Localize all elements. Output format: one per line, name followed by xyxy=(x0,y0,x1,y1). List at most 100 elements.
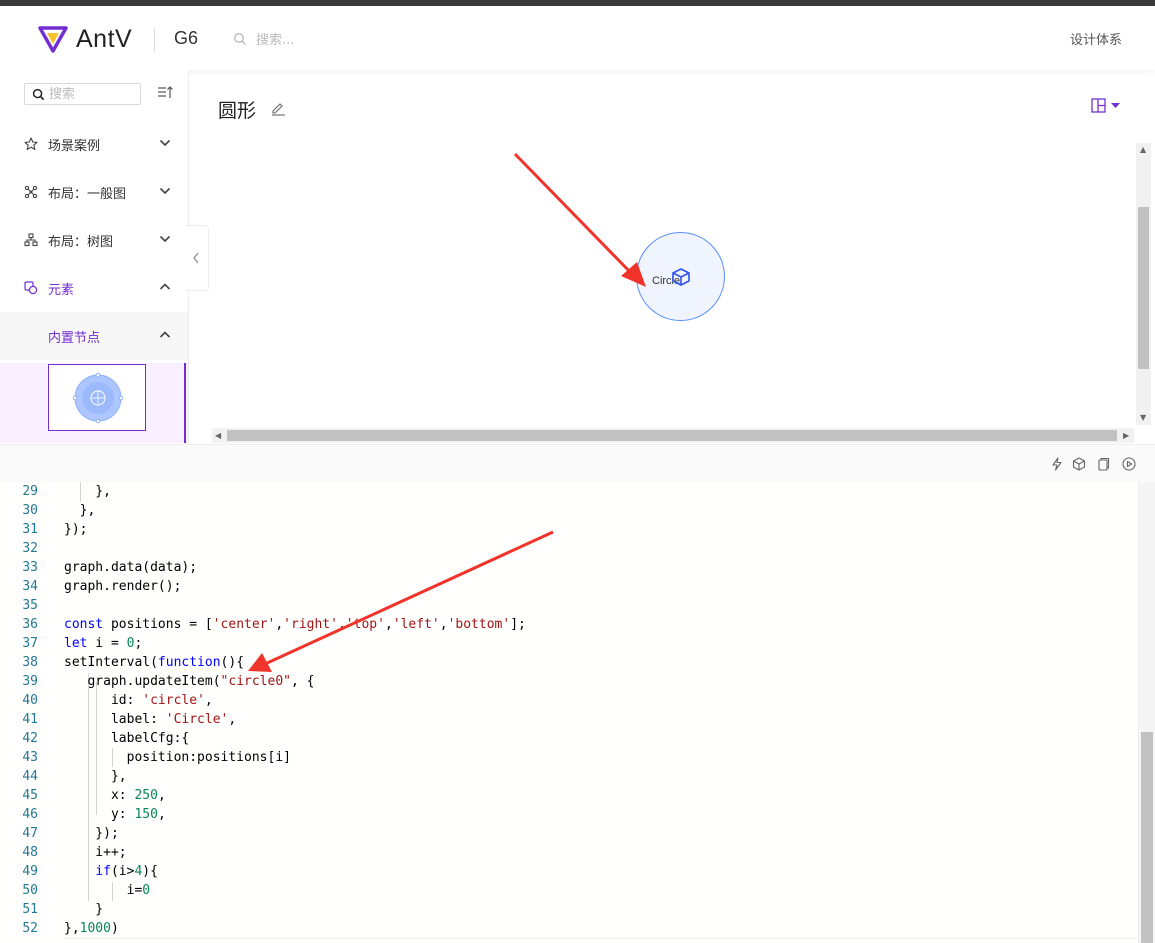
product-name[interactable]: G6 xyxy=(174,28,198,49)
line-code: x: 250, xyxy=(64,788,166,803)
line-number: 51 xyxy=(22,902,38,917)
line-code: }); xyxy=(64,522,88,537)
sidebar-search-input[interactable] xyxy=(49,86,129,102)
copy-icon[interactable] xyxy=(1096,457,1110,471)
code-line: 41 label: 'Circle', xyxy=(0,710,1138,729)
play-icon[interactable] xyxy=(1122,457,1136,471)
header-search[interactable]: 搜索... xyxy=(233,29,294,48)
line-number: 40 xyxy=(22,693,38,708)
node-cube-icon xyxy=(672,268,690,286)
line-number: 50 xyxy=(22,883,38,898)
thumbnail-preview xyxy=(72,372,124,424)
scroll-left-arrow[interactable]: ◀ xyxy=(215,431,221,440)
code-line: 32 xyxy=(0,539,1138,558)
scrollbar-thumb[interactable] xyxy=(227,430,1117,441)
sidebar-item-graph-layout[interactable]: 布局：一般图 xyxy=(0,168,188,216)
editor-vertical-scrollbar[interactable] xyxy=(1138,482,1155,943)
chevron-down-icon xyxy=(159,235,171,243)
scroll-down-arrow[interactable]: ▼ xyxy=(1140,413,1146,422)
line-number: 37 xyxy=(22,636,38,651)
line-number: 30 xyxy=(22,503,38,518)
code-line: 46 y: 150, xyxy=(0,805,1138,824)
sidebar: 场景案例 布局：一般图 布局：树图 xyxy=(0,70,189,443)
sidebar-item-tree-layout[interactable]: 布局：树图 xyxy=(0,216,188,264)
code-line: 39 graph.updateItem("circle0", { xyxy=(0,672,1138,691)
editor-current-line xyxy=(64,938,1138,939)
line-number: 43 xyxy=(22,750,38,765)
line-code: position:positions[i] xyxy=(64,750,291,765)
line-number: 35 xyxy=(22,598,38,613)
line-number: 32 xyxy=(22,541,38,556)
antv-logo[interactable]: AntV xyxy=(38,24,132,54)
search-icon xyxy=(233,32,246,45)
code-line: 40 id: 'circle', xyxy=(0,691,1138,710)
line-number: 41 xyxy=(22,712,38,727)
sidebar-item-label: 布局：一般图 xyxy=(48,187,127,202)
sidebar-collapse-button[interactable] xyxy=(186,225,209,291)
sort-icon[interactable] xyxy=(157,86,173,100)
line-number: 49 xyxy=(22,864,38,879)
scrollbar-thumb[interactable] xyxy=(1138,207,1149,369)
line-code: const positions = ['center','right','top… xyxy=(64,617,526,632)
code-line: 33 graph.data(data); xyxy=(0,558,1138,577)
sidebar-item-scenarios[interactable]: 场景案例 xyxy=(0,120,188,168)
scroll-right-arrow[interactable]: ▶ xyxy=(1123,431,1129,440)
line-number: 44 xyxy=(22,769,38,784)
edit-icon[interactable] xyxy=(270,100,286,116)
thunder-icon[interactable] xyxy=(1050,457,1064,471)
code-line: 49 if(i>4){ xyxy=(0,862,1138,881)
layout-switch-icon[interactable] xyxy=(1091,98,1121,114)
sidebar-search[interactable] xyxy=(24,83,141,105)
code-line: 52},1000) xyxy=(0,919,1138,938)
circle-example-thumbnail[interactable] xyxy=(48,364,146,431)
canvas-horizontal-scrollbar[interactable]: ◀ ▶ xyxy=(212,428,1134,443)
line-code: y: 150, xyxy=(64,807,166,822)
line-number: 47 xyxy=(22,826,38,841)
code-line: 45 x: 250, xyxy=(0,786,1138,805)
star-icon xyxy=(24,137,38,151)
scroll-up-arrow[interactable]: ▲ xyxy=(1140,145,1146,154)
line-code: labelCfg:{ xyxy=(64,731,190,746)
brand-name: AntV xyxy=(76,24,133,53)
sidebar-item-elements[interactable]: 元素 xyxy=(0,264,188,312)
example-thumbnail-row[interactable] xyxy=(0,363,188,443)
code-line: 38 setInterval(function(){ xyxy=(0,653,1138,672)
code-line: 48 i++; xyxy=(0,843,1138,862)
scrollbar-thumb[interactable] xyxy=(1141,732,1153,943)
line-code: } xyxy=(64,902,104,917)
design-system-link[interactable]: 设计体系 xyxy=(1070,29,1122,48)
line-number: 36 xyxy=(22,617,38,632)
canvas-vertical-scrollbar[interactable]: ▲ ▼ xyxy=(1136,143,1151,425)
line-code: }, xyxy=(64,769,127,784)
line-code: graph.data(data); xyxy=(64,560,198,575)
active-indicator xyxy=(184,363,186,443)
antv-logo-icon xyxy=(38,26,68,53)
submenu-builtin-nodes[interactable]: 内置节点 xyxy=(0,312,188,360)
line-code: if(i>4){ xyxy=(95,864,158,879)
line-number: 33 xyxy=(22,560,38,575)
line-code: }); xyxy=(64,826,119,841)
line-number: 52 xyxy=(22,921,38,936)
search-icon xyxy=(32,88,45,100)
line-number: 38 xyxy=(22,655,38,670)
editor-toolbar xyxy=(0,444,1155,483)
line-code: setInterval(function(){ xyxy=(64,655,245,670)
line-number: 46 xyxy=(22,807,38,822)
code-line: 42 labelCfg:{ xyxy=(0,729,1138,748)
line-code: i++; xyxy=(64,845,127,860)
line-code: label: 'Circle', xyxy=(64,712,237,727)
codesandbox-icon[interactable] xyxy=(1072,457,1086,471)
tree-layout-icon xyxy=(24,233,38,247)
line-code: graph.updateItem("circle0", { xyxy=(64,674,315,689)
line-number: 45 xyxy=(22,788,38,803)
line-code: graph.render(); xyxy=(64,579,182,594)
line-code: }, xyxy=(64,484,111,499)
graph-layout-icon xyxy=(24,185,38,199)
sidebar-item-label: 布局：树图 xyxy=(48,235,114,250)
code-editor[interactable]: 29 }, 30 }, 31}); 32 33 graph.data(data);… xyxy=(0,482,1138,943)
chevron-up-icon xyxy=(159,283,171,290)
code-line: 37 let i = 0; xyxy=(0,634,1138,653)
sidebar-item-label: 场景案例 xyxy=(48,139,101,154)
line-number: 34 xyxy=(22,579,38,594)
line-code: i=0 xyxy=(64,883,151,898)
